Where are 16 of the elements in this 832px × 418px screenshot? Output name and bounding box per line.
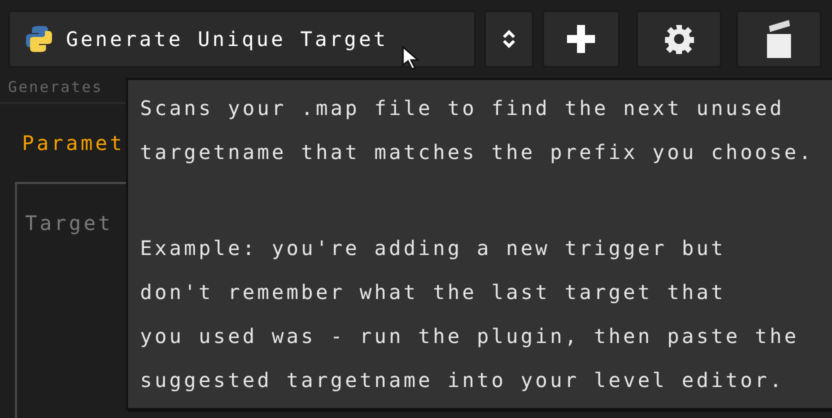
description-text: Generates — [8, 78, 103, 96]
plugin-selector[interactable]: Generate Unique Target — [8, 10, 476, 68]
section-title: Paramet — [22, 131, 124, 155]
plus-icon — [567, 25, 595, 53]
cursor-icon — [402, 46, 420, 70]
up-down-icon — [502, 29, 516, 49]
settings-icon — [664, 24, 694, 54]
tooltip-text: Example: you're adding a new trigger but don't remember what the last target that you used was - run the plugin, then paste the suggested targetname into your level editor. — [140, 235, 800, 394]
spinner-button[interactable] — [484, 10, 534, 68]
field-label: Target — [25, 211, 113, 235]
add-button[interactable] — [542, 10, 620, 68]
tooltip-text: Scans your .map file to find the next unused targetname that matches the prefix you choose. — [140, 95, 814, 166]
python-icon — [24, 24, 54, 54]
trash-icon — [765, 18, 793, 60]
settings-button[interactable] — [636, 10, 722, 68]
delete-button[interactable] — [736, 10, 822, 68]
